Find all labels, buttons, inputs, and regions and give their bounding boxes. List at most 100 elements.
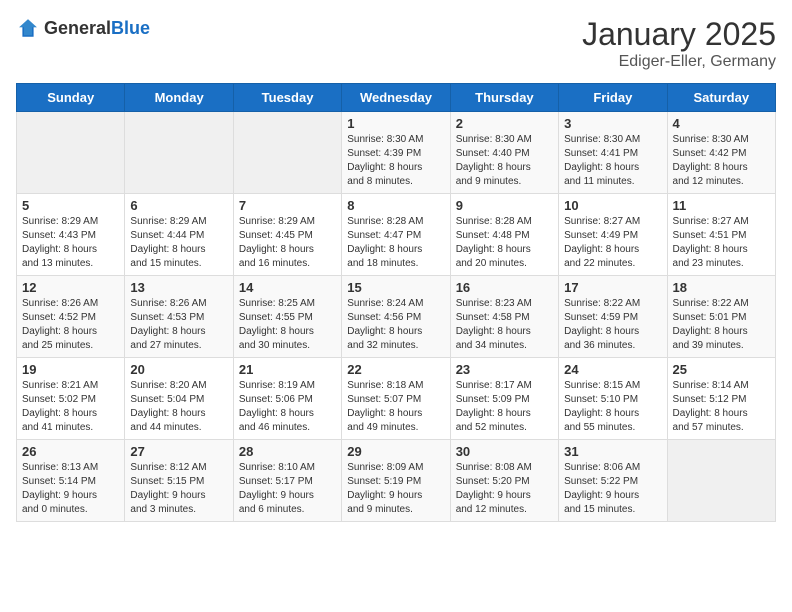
- day-number: 17: [564, 280, 661, 295]
- day-number: 30: [456, 444, 553, 459]
- calendar-cell: 30 Sunrise: 8:08 AM Sunset: 5:20 PM Dayli…: [450, 440, 558, 522]
- day-info: Sunrise: 8:06 AM Sunset: 5:22 PM Dayligh…: [564, 461, 661, 517]
- day-number: 22: [347, 362, 444, 377]
- day-number: 12: [22, 280, 119, 295]
- day-number: 2: [456, 116, 553, 131]
- day-number: 6: [130, 198, 227, 213]
- day-info: Sunrise: 8:30 AM Sunset: 4:39 PM Dayligh…: [347, 133, 444, 189]
- calendar-week-5: 26Sunrise: 8:13 AM Sunset: 5:14 PM Dayli…: [17, 440, 776, 522]
- day-info: Sunrise: 8:29 AM Sunset: 4:43 PM Dayligh…: [22, 215, 119, 271]
- calendar-week-2: 5 Sunrise: 8:29 AM Sunset: 4:43 PM Daylig…: [17, 194, 776, 276]
- day-number: 5: [22, 198, 119, 213]
- day-info: Sunrise: 8:26 AM Sunset: 4:53 PM Dayligh…: [130, 297, 227, 353]
- day-number: 18: [673, 280, 770, 295]
- calendar-cell: 3 Sunrise: 8:30 AM Sunset: 4:41 PM Daylig…: [559, 112, 667, 194]
- day-number: 14: [239, 280, 336, 295]
- calendar-cell: 7Sunrise: 8:29 AM Sunset: 4:45 PM Daylig…: [233, 194, 341, 276]
- day-number: 24: [564, 362, 661, 377]
- day-info: Sunrise: 8:28 AM Sunset: 4:48 PM Dayligh…: [456, 215, 553, 271]
- day-info: Sunrise: 8:30 AM Sunset: 4:40 PM Dayligh…: [456, 133, 553, 189]
- weekday-header-wednesday: Wednesday: [342, 84, 450, 112]
- weekday-header-tuesday: Tuesday: [233, 84, 341, 112]
- calendar-week-3: 12 Sunrise: 8:26 AM Sunset: 4:52 PM Dayli…: [17, 276, 776, 358]
- calendar-cell: 10 Sunrise: 8:27 AM Sunset: 4:49 PM Dayli…: [559, 194, 667, 276]
- calendar-cell: 16 Sunrise: 8:23 AM Sunset: 4:58 PM Dayli…: [450, 276, 558, 358]
- calendar-cell: 13Sunrise: 8:26 AM Sunset: 4:53 PM Dayli…: [125, 276, 233, 358]
- day-number: 28: [239, 444, 336, 459]
- day-number: 27: [130, 444, 227, 459]
- calendar-week-4: 19Sunrise: 8:21 AM Sunset: 5:02 PM Dayli…: [17, 358, 776, 440]
- calendar-cell: 20 Sunrise: 8:20 AM Sunset: 5:04 PM Dayli…: [125, 358, 233, 440]
- day-info: Sunrise: 8:29 AM Sunset: 4:45 PM Dayligh…: [239, 215, 336, 271]
- day-info: Sunrise: 8:27 AM Sunset: 4:49 PM Dayligh…: [564, 215, 661, 271]
- day-info: Sunrise: 8:27 AM Sunset: 4:51 PM Dayligh…: [673, 215, 770, 271]
- logo-icon: [16, 16, 40, 40]
- calendar-cell: 23 Sunrise: 8:17 AM Sunset: 5:09 PM Dayli…: [450, 358, 558, 440]
- day-info: Sunrise: 8:22 AM Sunset: 5:01 PM Dayligh…: [673, 297, 770, 353]
- day-number: 8: [347, 198, 444, 213]
- day-info: Sunrise: 8:14 AM Sunset: 5:12 PM Dayligh…: [673, 379, 770, 435]
- location-title: Ediger-Eller, Germany: [582, 53, 776, 71]
- calendar-cell: 28Sunrise: 8:10 AM Sunset: 5:17 PM Dayli…: [233, 440, 341, 522]
- day-number: 15: [347, 280, 444, 295]
- calendar-cell: 24 Sunrise: 8:15 AM Sunset: 5:10 PM Dayli…: [559, 358, 667, 440]
- day-info: Sunrise: 8:17 AM Sunset: 5:09 PM Dayligh…: [456, 379, 553, 435]
- day-number: 3: [564, 116, 661, 131]
- calendar-cell: 15 Sunrise: 8:24 AM Sunset: 4:56 PM Dayli…: [342, 276, 450, 358]
- calendar-table: SundayMondayTuesdayWednesdayThursdayFrid…: [16, 83, 776, 522]
- calendar-cell: 22 Sunrise: 8:18 AM Sunset: 5:07 PM Dayli…: [342, 358, 450, 440]
- calendar-cell: 31 Sunrise: 8:06 AM Sunset: 5:22 PM Dayli…: [559, 440, 667, 522]
- day-info: Sunrise: 8:08 AM Sunset: 5:20 PM Dayligh…: [456, 461, 553, 517]
- day-number: 26: [22, 444, 119, 459]
- day-info: Sunrise: 8:19 AM Sunset: 5:06 PM Dayligh…: [239, 379, 336, 435]
- calendar-cell: 6 Sunrise: 8:29 AM Sunset: 4:44 PM Daylig…: [125, 194, 233, 276]
- logo-general: General: [44, 18, 111, 38]
- weekday-header-thursday: Thursday: [450, 84, 558, 112]
- day-number: 23: [456, 362, 553, 377]
- day-number: 16: [456, 280, 553, 295]
- day-info: Sunrise: 8:30 AM Sunset: 4:42 PM Dayligh…: [673, 133, 770, 189]
- calendar-cell: [667, 440, 775, 522]
- day-info: Sunrise: 8:28 AM Sunset: 4:47 PM Dayligh…: [347, 215, 444, 271]
- day-info: Sunrise: 8:30 AM Sunset: 4:41 PM Dayligh…: [564, 133, 661, 189]
- day-number: 10: [564, 198, 661, 213]
- calendar-cell: 2 Sunrise: 8:30 AM Sunset: 4:40 PM Daylig…: [450, 112, 558, 194]
- day-number: 9: [456, 198, 553, 213]
- day-info: Sunrise: 8:15 AM Sunset: 5:10 PM Dayligh…: [564, 379, 661, 435]
- day-number: 25: [673, 362, 770, 377]
- day-number: 1: [347, 116, 444, 131]
- day-info: Sunrise: 8:09 AM Sunset: 5:19 PM Dayligh…: [347, 461, 444, 517]
- calendar-cell: 18 Sunrise: 8:22 AM Sunset: 5:01 PM Dayli…: [667, 276, 775, 358]
- title-block: January 2025 Ediger-Eller, Germany: [582, 16, 776, 71]
- calendar-cell: [125, 112, 233, 194]
- day-info: Sunrise: 8:20 AM Sunset: 5:04 PM Dayligh…: [130, 379, 227, 435]
- calendar-week-1: 1 Sunrise: 8:30 AM Sunset: 4:39 PM Daylig…: [17, 112, 776, 194]
- calendar-cell: 26Sunrise: 8:13 AM Sunset: 5:14 PM Dayli…: [17, 440, 125, 522]
- calendar-cell: 19Sunrise: 8:21 AM Sunset: 5:02 PM Dayli…: [17, 358, 125, 440]
- calendar-cell: 12 Sunrise: 8:26 AM Sunset: 4:52 PM Dayli…: [17, 276, 125, 358]
- day-number: 31: [564, 444, 661, 459]
- day-info: Sunrise: 8:23 AM Sunset: 4:58 PM Dayligh…: [456, 297, 553, 353]
- calendar-cell: [233, 112, 341, 194]
- calendar-cell: 11Sunrise: 8:27 AM Sunset: 4:51 PM Dayli…: [667, 194, 775, 276]
- month-title: January 2025: [582, 16, 776, 53]
- weekday-header-friday: Friday: [559, 84, 667, 112]
- day-info: Sunrise: 8:24 AM Sunset: 4:56 PM Dayligh…: [347, 297, 444, 353]
- calendar-cell: 17 Sunrise: 8:22 AM Sunset: 4:59 PM Dayli…: [559, 276, 667, 358]
- day-info: Sunrise: 8:12 AM Sunset: 5:15 PM Dayligh…: [130, 461, 227, 517]
- logo: GeneralBlue: [16, 16, 150, 40]
- calendar-cell: 14Sunrise: 8:25 AM Sunset: 4:55 PM Dayli…: [233, 276, 341, 358]
- day-number: 19: [22, 362, 119, 377]
- day-info: Sunrise: 8:22 AM Sunset: 4:59 PM Dayligh…: [564, 297, 661, 353]
- day-info: Sunrise: 8:18 AM Sunset: 5:07 PM Dayligh…: [347, 379, 444, 435]
- calendar-cell: 29Sunrise: 8:09 AM Sunset: 5:19 PM Dayli…: [342, 440, 450, 522]
- calendar-cell: 25 Sunrise: 8:14 AM Sunset: 5:12 PM Dayli…: [667, 358, 775, 440]
- weekday-header-row: SundayMondayTuesdayWednesdayThursdayFrid…: [17, 84, 776, 112]
- weekday-header-sunday: Sunday: [17, 84, 125, 112]
- weekday-header-saturday: Saturday: [667, 84, 775, 112]
- day-number: 4: [673, 116, 770, 131]
- calendar-cell: 27 Sunrise: 8:12 AM Sunset: 5:15 PM Dayli…: [125, 440, 233, 522]
- day-number: 20: [130, 362, 227, 377]
- day-info: Sunrise: 8:29 AM Sunset: 4:44 PM Dayligh…: [130, 215, 227, 271]
- day-info: Sunrise: 8:26 AM Sunset: 4:52 PM Dayligh…: [22, 297, 119, 353]
